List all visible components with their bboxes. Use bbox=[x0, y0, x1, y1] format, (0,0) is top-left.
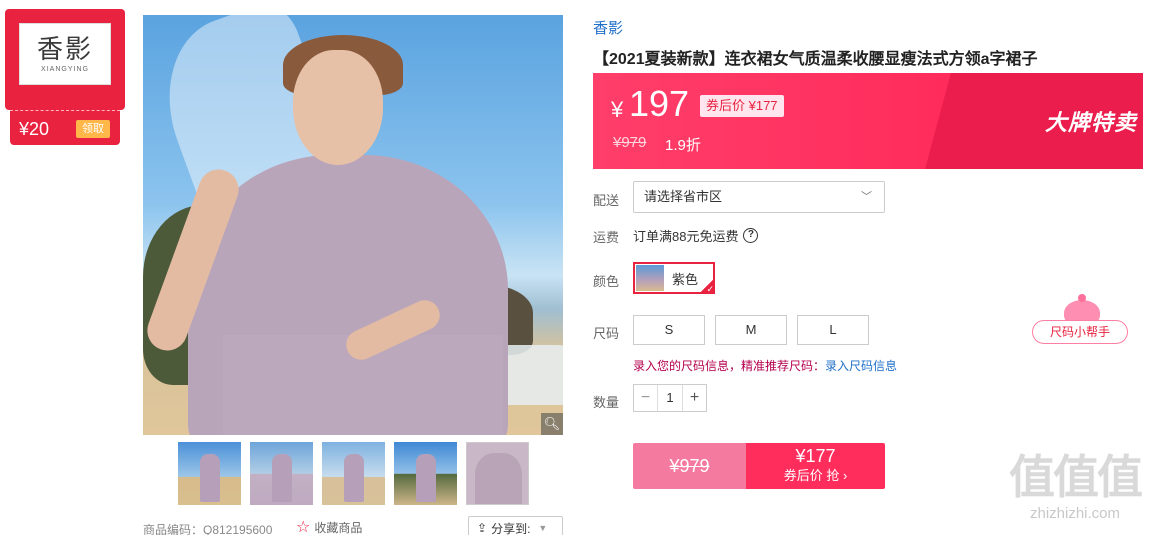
size-option-s[interactable]: S bbox=[633, 315, 705, 345]
quantity-input[interactable]: 1 bbox=[658, 385, 682, 411]
thumbnail[interactable] bbox=[394, 442, 457, 505]
thumbnail-strip bbox=[178, 442, 529, 505]
star-icon: ☆ bbox=[296, 518, 311, 535]
store-logo[interactable]: 香影 XIANGYING bbox=[19, 23, 111, 85]
price-banner: ¥ 197 券后价 ¥177 ¥979 1.9折 大牌特卖 bbox=[593, 73, 1143, 169]
coupon-claim-button[interactable]: 领取 bbox=[76, 120, 110, 138]
quantity-label: 数量 bbox=[593, 395, 620, 410]
watermark-url: zhizhizhi.com bbox=[1029, 505, 1121, 522]
size-entry-link[interactable]: 录入尺码信息 bbox=[825, 359, 897, 373]
size-helper[interactable]: 尺码小帮手 bbox=[1032, 294, 1128, 346]
chevron-down-icon: ﹀ bbox=[861, 191, 872, 203]
brand-link[interactable]: 香影 bbox=[593, 17, 623, 38]
delivery-label: 配送 bbox=[593, 193, 620, 208]
after-coupon-badge: 券后价 ¥177 bbox=[700, 95, 784, 117]
region-select[interactable]: 请选择省市区 ﹀ bbox=[633, 181, 885, 213]
size-helper-button[interactable]: 尺码小帮手 bbox=[1032, 320, 1128, 344]
shipping-info: 订单满88元免运费 ? bbox=[633, 226, 759, 245]
region-select-value: 请选择省市区 bbox=[644, 189, 723, 204]
quantity-minus-button[interactable]: − bbox=[634, 385, 658, 411]
share-label: 分享到: bbox=[491, 521, 531, 535]
watermark-logo: 值值值 bbox=[1009, 451, 1143, 503]
favorite-button[interactable]: ☆ 收藏商品 bbox=[296, 519, 362, 535]
thumbnail-figure bbox=[416, 454, 436, 502]
product-sku: 商品编码：Q812195600 bbox=[143, 523, 273, 535]
zoom-icon[interactable]: 🔍︎ bbox=[541, 413, 563, 435]
favorite-label: 收藏商品 bbox=[314, 521, 363, 535]
size-label: 尺码 bbox=[593, 326, 620, 341]
thumbnail[interactable] bbox=[250, 442, 313, 505]
thumbnail[interactable] bbox=[466, 442, 529, 505]
size-option-m[interactable]: M bbox=[715, 315, 787, 345]
buy-coupon-price: ¥177 bbox=[795, 446, 836, 466]
coupon-value: ¥20 bbox=[19, 119, 50, 139]
promo-tag: 大牌特卖 bbox=[1045, 110, 1138, 135]
thumbnail-figure bbox=[475, 453, 522, 504]
color-option-label: 紫色 bbox=[672, 271, 699, 287]
buy-with-coupon-button[interactable]: ¥177 券后价 抢 › bbox=[746, 443, 885, 489]
help-icon[interactable]: ? bbox=[743, 228, 759, 243]
price-currency: ¥ bbox=[611, 97, 624, 122]
thumbnail[interactable] bbox=[322, 442, 385, 505]
store-card[interactable]: 香影 XIANGYING bbox=[5, 9, 125, 110]
size-hint: 录入您的尺码信息，精准推荐尺码：录入尺码信息 bbox=[633, 357, 897, 374]
thumbnail-figure bbox=[272, 454, 292, 502]
buy-button-group: ¥979 ¥177 券后价 抢 › bbox=[633, 443, 885, 489]
store-logo-text: 香影 bbox=[36, 34, 93, 65]
current-price: 197 bbox=[629, 83, 690, 124]
discount-rate: 1.9折 bbox=[665, 137, 701, 154]
thumbnail-figure bbox=[200, 454, 220, 502]
size-option-l[interactable]: L bbox=[797, 315, 869, 345]
thumbnail[interactable] bbox=[178, 442, 241, 505]
site-watermark: 值值值 zhizhizhi.com bbox=[1000, 449, 1150, 529]
share-dropdown[interactable]: ⇪ 分享到: ▼ bbox=[468, 516, 563, 535]
caret-down-icon: ▼ bbox=[538, 523, 548, 533]
main-product-image[interactable]: 🔍︎ bbox=[143, 15, 563, 435]
image-face bbox=[293, 50, 383, 165]
quantity-plus-button[interactable]: + bbox=[682, 385, 706, 411]
buy-coupon-action: 券后价 抢 › bbox=[783, 468, 848, 483]
color-option-purple[interactable]: 紫色 bbox=[633, 262, 715, 295]
buy-original-price[interactable]: ¥979 bbox=[633, 443, 746, 489]
product-title: 【2021夏装新款】连衣裙女气质温柔收腰显瘦法式方领a字裙子 bbox=[593, 51, 1038, 68]
original-price: ¥979 bbox=[613, 134, 647, 151]
color-label: 颜色 bbox=[593, 274, 620, 289]
size-hint-text: 录入您的尺码信息，精准推荐尺码： bbox=[633, 359, 826, 373]
selected-check-icon bbox=[699, 278, 715, 295]
share-icon: ⇪ bbox=[477, 521, 488, 535]
color-swatch-image bbox=[636, 265, 664, 291]
size-options: S M L bbox=[633, 315, 869, 345]
store-coupon[interactable]: ¥20 领取 bbox=[10, 110, 120, 145]
thumbnail-figure bbox=[344, 454, 364, 502]
quantity-stepper: − 1 + bbox=[633, 384, 707, 412]
shipping-label: 运费 bbox=[593, 230, 620, 245]
store-logo-subtext: XIANGYING bbox=[41, 65, 89, 73]
shipping-text: 订单满88元免运费 bbox=[633, 229, 739, 244]
